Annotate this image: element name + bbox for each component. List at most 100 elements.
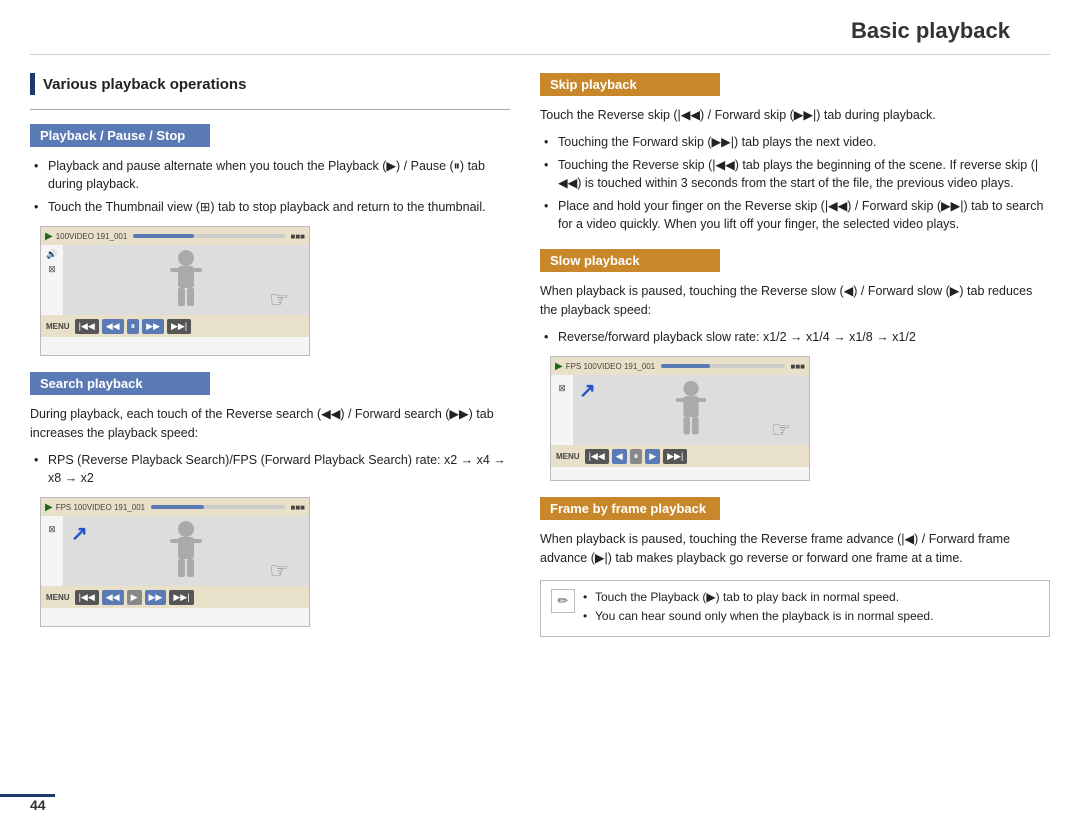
blue-accent-bar — [30, 73, 35, 95]
player-top-bar: ▶ 100VIDEO 191_001 ■■■ — [41, 227, 309, 245]
settings-icon: ⊠ — [48, 264, 56, 275]
play-status-icon-3: ▶ — [555, 361, 563, 372]
volume-icon: 🔊 — [46, 249, 57, 260]
rev-search-button-2[interactable]: ◀◀ — [102, 590, 124, 605]
note-bullet-1: Touch the Playback (▶) tab to play back … — [583, 589, 933, 606]
player-middle-2: ⊠ ↗ ☞ — [41, 516, 309, 586]
right-column: Skip playback Touch the Reverse skip (|◀… — [540, 73, 1050, 653]
fwd-search-button-2[interactable]: ▶▶ — [145, 590, 167, 605]
note-icon: ✏ — [551, 589, 575, 613]
player-controls-3: MENU |◀◀ ◀ ⏸ ▶ ▶▶| — [551, 445, 809, 467]
hand-cursor-icon-2: ☞ — [269, 558, 289, 584]
playback-pause-stop-bullets: Playback and pause alternate when you to… — [30, 157, 510, 216]
video-display-3: ↗ ☞ — [573, 375, 809, 445]
hand-cursor-icon-3: ☞ — [771, 417, 791, 443]
skip-playback-section: Skip playback Touch the Reverse skip (|◀… — [540, 73, 1050, 233]
progress-bar-2 — [151, 505, 284, 509]
blue-arrow-icon-2: ↗ — [579, 378, 596, 403]
player-middle-3: ⊠ ↗ ☞ — [551, 375, 809, 445]
slow-playback-section: Slow playback When playback is paused, t… — [540, 249, 1050, 481]
settings-icon-2: ⊠ — [48, 524, 56, 535]
main-content: Various playback operations Playback / P… — [0, 55, 1080, 673]
player-mockup-2: ▶ FPS 100VIDEO 191_001 ■■■ ⊠ — [40, 497, 310, 627]
blue-arrow-icon: ↗ — [71, 521, 88, 546]
player-mockup-1: ▶ 100VIDEO 191_001 ■■■ 🔊 ⊠ — [40, 226, 310, 356]
menu-label: MENU — [46, 322, 70, 331]
play-status-icon: ▶ — [45, 231, 53, 242]
progress-bar — [133, 234, 284, 238]
play-status-icon-2: ▶ — [45, 502, 53, 513]
slow-playback-header: Slow playback — [540, 249, 720, 272]
page-title: Basic playback — [30, 0, 1050, 55]
skip-back-button-2[interactable]: |◀◀ — [75, 590, 99, 605]
menu-label-3: MENU — [556, 452, 580, 461]
frame-by-frame-header: Frame by frame playback — [540, 497, 720, 520]
skip-playback-header: Skip playback — [540, 73, 720, 96]
bullet-item: Touching the Reverse skip (|◀◀) tab play… — [544, 156, 1050, 192]
note-bullets: Touch the Playback (▶) tab to play back … — [583, 589, 933, 629]
progress-bar-3 — [661, 364, 784, 368]
slow-playback-bullets: Reverse/forward playback slow rate: x1/2… — [540, 328, 1050, 346]
settings-icon-3: ⊠ — [558, 383, 566, 394]
side-controls-2: ⊠ — [41, 516, 63, 586]
slow-playback-desc: When playback is paused, touching the Re… — [540, 282, 1050, 320]
filename-text-3: FPS 100VIDEO 191_001 — [566, 362, 655, 371]
quality-indicator-2: ■■■ — [291, 503, 306, 512]
search-playback-bullets: RPS (Reverse Playback Search)/FPS (Forwa… — [30, 451, 510, 487]
skip-fwd-button-3[interactable]: ▶▶| — [663, 449, 687, 464]
section-title-bar: Various playback operations — [30, 73, 510, 95]
bullet-item: Place and hold your finger on the Revers… — [544, 197, 1050, 233]
frame-by-frame-section: Frame by frame playback When playback is… — [540, 497, 1050, 637]
search-playback-header: Search playback — [30, 372, 210, 395]
filename-text-2: FPS 100VIDEO 191_001 — [56, 503, 145, 512]
hand-cursor-icon: ☞ — [269, 287, 289, 313]
bullet-item: Touching the Forward skip (▶▶|) tab play… — [544, 133, 1050, 151]
section-title: Various playback operations — [43, 76, 246, 93]
note-box: ✏ Touch the Playback (▶) tab to play bac… — [540, 580, 1050, 638]
skip-fwd-button-2[interactable]: ▶▶| — [169, 590, 193, 605]
search-playback-desc: During playback, each touch of the Rever… — [30, 405, 510, 443]
skip-playback-bullets: Touching the Forward skip (▶▶|) tab play… — [540, 133, 1050, 234]
bullet-item: Playback and pause alternate when you to… — [34, 157, 510, 193]
figure-silhouette — [156, 248, 216, 313]
side-controls-3: ⊠ — [551, 375, 573, 445]
quality-indicator-3: ■■■ — [791, 362, 806, 371]
player-top-bar-2: ▶ FPS 100VIDEO 191_001 ■■■ — [41, 498, 309, 516]
fwd-slow-button[interactable]: ▶ — [645, 449, 660, 464]
page-number-line — [0, 794, 55, 797]
rev-slow-button[interactable]: ◀ — [612, 449, 627, 464]
playback-pause-stop-header: Playback / Pause / Stop — [30, 124, 210, 147]
player-controls-2: MENU |◀◀ ◀◀ ▶ ▶▶ ▶▶| — [41, 586, 309, 608]
bullet-item: Reverse/forward playback slow rate: x1/2… — [544, 328, 1050, 346]
skip-fwd-button[interactable]: ▶▶| — [167, 319, 191, 334]
bullet-item: RPS (Reverse Playback Search)/FPS (Forwa… — [34, 451, 510, 487]
filename-text: 100VIDEO 191_001 — [56, 232, 128, 241]
bullet-item: Touch the Thumbnail view (⊞) tab to stop… — [34, 198, 510, 216]
player-mockup-3: ▶ FPS 100VIDEO 191_001 ■■■ ⊠ — [550, 356, 810, 481]
playback-pause-stop-section: Playback / Pause / Stop Playback and pau… — [30, 124, 510, 356]
figure-silhouette-2 — [156, 519, 216, 584]
pause-button-3[interactable]: ⏸ — [630, 449, 643, 464]
play-button-2[interactable]: ▶ — [127, 590, 142, 605]
skip-playback-desc: Touch the Reverse skip (|◀◀) / Forward s… — [540, 106, 1050, 125]
rev-search-button[interactable]: ◀◀ — [102, 319, 124, 334]
section-divider — [30, 109, 510, 110]
skip-back-button[interactable]: |◀◀ — [75, 319, 99, 334]
video-display-2: ↗ ☞ — [63, 516, 309, 586]
search-playback-section: Search playback During playback, each to… — [30, 372, 510, 627]
fwd-search-button[interactable]: ▶▶ — [142, 319, 164, 334]
page-number: 44 — [30, 797, 46, 813]
video-display: ☞ — [63, 245, 309, 315]
quality-indicator: ■■■ — [291, 232, 306, 241]
note-bullet-2: You can hear sound only when the playbac… — [583, 608, 933, 625]
player-middle: 🔊 ⊠ ☞ — [41, 245, 309, 315]
frame-by-frame-desc: When playback is paused, touching the Re… — [540, 530, 1050, 568]
side-controls: 🔊 ⊠ — [41, 245, 63, 315]
figure-silhouette-3 — [662, 379, 720, 441]
left-column: Various playback operations Playback / P… — [30, 73, 510, 653]
player-top-bar-3: ▶ FPS 100VIDEO 191_001 ■■■ — [551, 357, 809, 375]
skip-back-button-3[interactable]: |◀◀ — [585, 449, 609, 464]
player-controls: MENU |◀◀ ◀◀ ⏸ ▶▶ ▶▶| — [41, 315, 309, 337]
pause-button[interactable]: ⏸ — [127, 319, 140, 334]
menu-label-2: MENU — [46, 593, 70, 602]
